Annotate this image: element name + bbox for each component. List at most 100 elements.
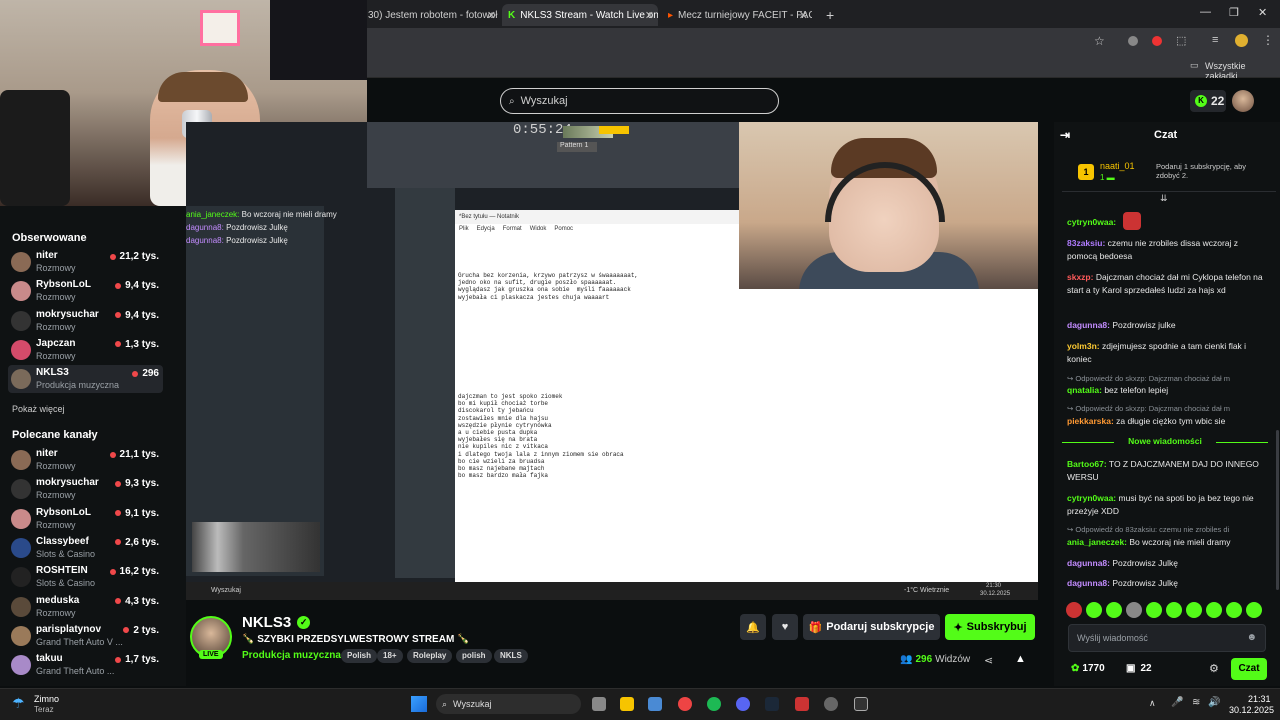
minimize-icon[interactable]: — [1200, 6, 1211, 18]
terminal-icon[interactable] [854, 697, 868, 711]
sidebar-channel-nkls3[interactable]: NKLS3 Produkcja muzyczna 296 [8, 365, 163, 394]
chat-username[interactable]: cytryn0waa: [1067, 493, 1116, 503]
taskbar-search[interactable]: ⌕ Wyszukaj [436, 694, 581, 714]
tab-nkls3[interactable]: K NKLS3 Stream - Watch Live on ✕ [502, 4, 658, 26]
sidebar-channel-takuu[interactable]: takuu Grand Theft Auto ... 1,7 tys. [8, 651, 163, 679]
weather-label[interactable]: Zimno [34, 694, 59, 704]
chat-username[interactable]: yolm3n: [1067, 341, 1100, 351]
stream-windows-taskbar: Wyszukaj -1°C Wietrznie 21:30 30.12.2025 [186, 582, 1038, 600]
settings-gear-icon[interactable]: ⚙ [1209, 662, 1219, 675]
streamer-name[interactable]: NKLS3 ✓ [242, 614, 311, 631]
close-icon[interactable]: ✕ [645, 9, 654, 22]
media-icon[interactable]: ≡ [1212, 34, 1218, 46]
send-chat-button[interactable]: Czat [1231, 658, 1267, 680]
new-messages-divider[interactable]: Nowe wiadomości [1062, 436, 1268, 450]
chat-username[interactable]: dagunna8: [1067, 558, 1110, 568]
window-close-icon[interactable]: ✕ [1258, 6, 1267, 19]
chat-username[interactable]: skxzp: [1067, 272, 1093, 282]
expand-icon[interactable]: ⇊ [1160, 193, 1168, 204]
discord-icon[interactable] [736, 697, 750, 711]
app-icon[interactable] [824, 697, 838, 711]
emote-icon[interactable] [1126, 602, 1142, 618]
chat-username[interactable]: piekkarska: [1067, 416, 1114, 426]
tray-chevron-icon[interactable]: ∧ [1149, 698, 1156, 709]
chat-username[interactable]: dagunna8: [1067, 320, 1110, 330]
file-explorer-icon[interactable] [620, 697, 634, 711]
sidebar-channel-rybsonlol[interactable]: RybsonLoL Rozmowy 9,1 tys. [8, 505, 163, 533]
tag[interactable]: NKLS [494, 649, 528, 663]
sidebar-channel-rybsonlol[interactable]: RybsonLoL Rozmowy 9,4 tys. [8, 277, 163, 305]
store-icon[interactable] [648, 697, 662, 711]
emote-icon[interactable] [1146, 602, 1162, 618]
user-avatar[interactable] [1232, 90, 1254, 112]
sidebar-channel-niter[interactable]: niter Rozmowy 21,2 tys. [8, 248, 163, 276]
emoji-picker-icon[interactable]: ☻ [1246, 632, 1257, 643]
stream-category[interactable]: Produkcja muzyczna [242, 650, 341, 661]
sidebar-channel-mokrysuchar[interactable]: mokrysuchar Rozmowy 9,4 tys. [8, 307, 163, 335]
spotify-icon[interactable] [707, 697, 721, 711]
tag[interactable]: 18+ [377, 649, 403, 663]
chat-scrollbar[interactable] [1276, 430, 1279, 590]
tab-youtube[interactable]: 30) Jestem robotem - fotowoł ✕ [362, 4, 500, 26]
task-view-icon[interactable] [592, 697, 606, 711]
wifi-icon[interactable]: ≋ [1192, 697, 1200, 708]
steam-icon[interactable] [765, 697, 779, 711]
chat-username[interactable]: dagunna8: [1067, 578, 1110, 588]
emote-icon[interactable] [1086, 602, 1102, 618]
chat-username[interactable]: Bartoo67: [1067, 459, 1107, 469]
new-tab-button[interactable]: + [820, 4, 838, 26]
sidebar-channel-meduska[interactable]: meduska Rozmowy 4,3 tys. [8, 593, 163, 621]
extension-icon[interactable] [1128, 36, 1138, 46]
subscribe-button[interactable]: ✦ Subskrybuj [945, 614, 1035, 640]
emote-icon[interactable] [1106, 602, 1122, 618]
bookmark-star-icon[interactable]: ☆ [1094, 34, 1105, 48]
microphone-icon[interactable]: 🎤 [1171, 697, 1183, 708]
channel-points[interactable]: ✿ 1770 [1071, 663, 1105, 674]
sidebar-channel-classybeef[interactable]: Classybeef Slots & Casino 2,6 tys. [8, 534, 163, 562]
chat-username[interactable]: cytryn0waa: [1067, 217, 1116, 227]
search-input[interactable]: ⌕ Wyszukaj [500, 88, 779, 114]
menu-icon[interactable]: ⋮ [1262, 33, 1274, 47]
gift-subscription-button[interactable]: 🎁 Podaruj subskrypcje [803, 614, 940, 640]
chat-username[interactable]: qnatalia: [1067, 385, 1102, 395]
chrome-icon[interactable] [678, 697, 692, 711]
sidebar-channel-parisplatynov[interactable]: parisplatynov Grand Theft Auto V ... 2 tys… [8, 622, 163, 650]
sidebar-channel-niter[interactable]: niter Rozmowy 21,1 tys. [8, 446, 163, 474]
windows-start-icon[interactable] [411, 696, 427, 712]
notification-bell-button[interactable]: 🔔 [740, 614, 766, 640]
emote-icon[interactable] [1066, 602, 1082, 618]
share-icon[interactable]: ⋖ [984, 654, 993, 667]
tag[interactable]: Roleplay [407, 649, 453, 663]
close-icon[interactable]: ✕ [487, 9, 496, 22]
emote-icon[interactable] [1186, 602, 1202, 618]
report-icon[interactable]: ▲ [1015, 653, 1026, 665]
kick-coins[interactable]: K 22 [1190, 90, 1226, 112]
collapse-chat-icon[interactable]: ⇥ [1060, 128, 1070, 142]
follow-button[interactable]: ♥ [772, 614, 798, 640]
show-more-link[interactable]: Pokaż więcej [12, 404, 65, 414]
emote-icon[interactable] [1166, 602, 1182, 618]
profile-icon[interactable] [1235, 34, 1248, 47]
chat-username[interactable]: ania_janeczek: [1067, 537, 1127, 547]
emote-icon[interactable] [1206, 602, 1222, 618]
sidebar-channel-roshtein[interactable]: ROSHTEIN Slots & Casino 16,2 tys. [8, 563, 163, 591]
volume-icon[interactable]: 🔊 [1208, 697, 1220, 708]
clock-date[interactable]: 30.12.2025 [1229, 705, 1274, 715]
brave-icon[interactable] [795, 697, 809, 711]
sidebar-channel-mokrysuchar[interactable]: mokrysuchar Rozmowy 9,3 tys. [8, 475, 163, 503]
gift-subs[interactable]: ▣ 22 [1126, 663, 1152, 674]
tag[interactable]: Polish [341, 649, 378, 663]
tab-faceit[interactable]: ▸ Mecz turniejowy FACEIT - FACE ✕ [662, 4, 812, 26]
extension-icon[interactable] [1152, 36, 1162, 46]
close-icon[interactable]: ✕ [799, 9, 808, 22]
chat-message-input[interactable]: Wyślij wiadomość ☻ [1068, 624, 1266, 652]
top-gifter[interactable]: naati_01 [1100, 161, 1135, 171]
clock-time[interactable]: 21:31 [1248, 694, 1271, 704]
emote-icon[interactable] [1226, 602, 1242, 618]
sidebar-channel-japczan[interactable]: Japczan Rozmowy 1,3 tys. [8, 336, 163, 364]
extensions-icon[interactable]: ⬚ [1176, 34, 1186, 47]
chat-username[interactable]: 83zaksiu: [1067, 238, 1105, 248]
emote-icon[interactable] [1246, 602, 1262, 618]
tag[interactable]: polish [456, 649, 492, 663]
maximize-icon[interactable]: ❐ [1229, 6, 1239, 19]
